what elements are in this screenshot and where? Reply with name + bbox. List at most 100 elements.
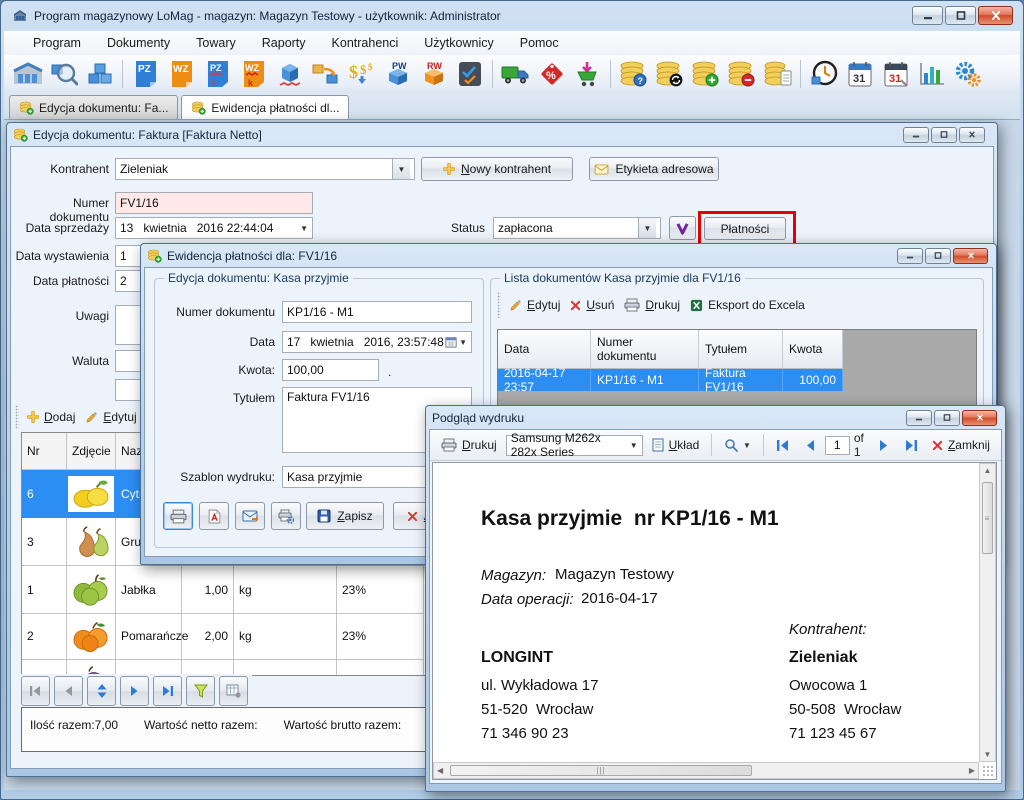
list-delete-button[interactable]: Usuń — [565, 296, 619, 314]
menu-item-pomoc[interactable]: Pomoc — [507, 33, 572, 53]
header-zdjecie[interactable]: Zdjęcie — [67, 433, 116, 470]
reports-chart-icon[interactable] — [916, 59, 947, 90]
payments-exchange-icon[interactable] — [654, 59, 685, 90]
layout-button[interactable]: Układ — [647, 436, 705, 454]
menu-item-dokumenty[interactable]: Dokumenty — [94, 33, 183, 53]
filter-button[interactable] — [186, 676, 215, 706]
horizontal-scroll-thumb[interactable]: ||| — [450, 765, 752, 776]
preview-maximize-button[interactable] — [934, 410, 960, 426]
printer-select[interactable]: Samsung M262x 282x Series ▼ — [506, 435, 643, 456]
page-last-button[interactable] — [899, 437, 923, 454]
chevron-down-icon[interactable]: ▼ — [630, 441, 638, 450]
payments-minimize-button[interactable] — [897, 248, 923, 264]
goods-shift-icon[interactable] — [310, 59, 341, 90]
menu-item-program[interactable]: Program — [20, 33, 94, 53]
address-label-button[interactable]: Etykieta adresowa — [589, 157, 719, 181]
zoom-button[interactable]: ▼ — [719, 436, 756, 454]
list-edit-button[interactable]: Edytuj — [504, 296, 565, 314]
search-goods-icon[interactable] — [48, 59, 79, 90]
payments-query-icon[interactable]: ? — [618, 59, 649, 90]
toolbar-grip[interactable] — [497, 292, 501, 318]
chevron-down-icon[interactable]: ▼ — [638, 218, 656, 238]
wz-document-icon[interactable]: WZ — [166, 59, 197, 90]
save-button[interactable]: Zapisz — [306, 502, 384, 530]
pz-document-icon[interactable]: PZ — [130, 59, 161, 90]
payment-row[interactable]: 2016-04-17 23:57 KP1/16 - M1 Faktura FV1… — [498, 369, 976, 391]
price-change-icon[interactable]: $$$ — [346, 59, 377, 90]
calendar-red-icon[interactable]: 31 — [880, 59, 911, 90]
nav-previous-button[interactable] — [54, 676, 83, 706]
pdf-export-button[interactable] — [199, 502, 229, 530]
nav-next-button[interactable] — [120, 676, 149, 706]
chevron-down-icon[interactable]: ▼ — [392, 159, 410, 179]
email-button[interactable] — [235, 502, 265, 530]
page-previous-button[interactable] — [799, 437, 821, 454]
numer-dokumentu-input[interactable]: FV1/16 — [115, 192, 313, 214]
settings-gears-icon[interactable] — [952, 59, 983, 90]
invoice-minimize-button[interactable] — [903, 127, 929, 143]
page-number-input[interactable]: 1 — [825, 436, 850, 455]
grid-settings-button[interactable] — [219, 676, 248, 706]
minimize-button[interactable] — [912, 6, 943, 25]
payment-kwota-input[interactable]: 100,00 — [282, 359, 379, 381]
pzk-document-icon[interactable]: PZk — [202, 59, 233, 90]
orders-cart-icon[interactable] — [572, 59, 603, 90]
page-first-button[interactable] — [771, 437, 795, 454]
goods-icon[interactable] — [84, 59, 115, 90]
payment-numer-input[interactable]: KP1/16 - M1 — [282, 301, 472, 323]
vertical-scroll-thumb[interactable]: ≡ — [982, 482, 993, 554]
tab-payments[interactable]: Ewidencja płatności dl... — [181, 95, 349, 119]
tab-invoice[interactable]: Edycja dokumentu: Fa... — [9, 95, 178, 119]
header-tytulem[interactable]: Tytułem — [699, 330, 783, 369]
preview-minimize-button[interactable] — [906, 410, 932, 426]
main-titlebar[interactable]: Program magazynowy LoMag - magazyn: Maga… — [4, 1, 1020, 31]
table-row[interactable]: 1 Jabłka 1,00 kg 23% — [22, 566, 426, 612]
preview-titlebar[interactable]: Podgląd wydruku — [429, 406, 1002, 429]
close-button[interactable] — [978, 6, 1013, 25]
preview-close-toolbar-button[interactable]: Zamknij — [927, 436, 995, 454]
status-combo[interactable]: zapłacona ▼ — [493, 217, 661, 239]
horizontal-scrollbar[interactable]: ◀ ||| ▶ — [433, 762, 979, 779]
data-sprzedazy-field[interactable]: 13 kwietnia 2016 22:44:04 ▼ — [115, 217, 313, 239]
menu-item-towary[interactable]: Towary — [183, 33, 249, 53]
scroll-right-icon[interactable]: ▶ — [969, 766, 975, 775]
mm-document-icon[interactable] — [274, 59, 305, 90]
invoice-maximize-button[interactable] — [931, 127, 957, 143]
preview-print-button[interactable]: Drukuj — [436, 436, 502, 454]
payments-remove-icon[interactable] — [726, 59, 757, 90]
resize-grip[interactable] — [982, 765, 994, 777]
header-data[interactable]: Data — [498, 330, 591, 369]
history-clock-icon[interactable] — [808, 59, 839, 90]
payments-maximize-button[interactable] — [925, 248, 951, 264]
header-kwota[interactable]: Kwota — [783, 330, 843, 369]
vertical-scrollbar[interactable]: ▲ ≡ ▼ — [979, 463, 996, 762]
header-nr[interactable]: Nr — [22, 433, 67, 470]
inventory-icon[interactable] — [454, 59, 485, 90]
calendar-blue-icon[interactable]: 31 — [844, 59, 875, 90]
v-button[interactable] — [669, 216, 696, 240]
payments-add-icon[interactable] — [690, 59, 721, 90]
rw-document-icon[interactable]: RW — [418, 59, 449, 90]
new-contractor-button[interactable]: Nowy kontrahent — [421, 157, 573, 181]
menu-item-raporty[interactable]: Raporty — [249, 33, 319, 53]
scroll-left-icon[interactable]: ◀ — [437, 766, 443, 775]
preview-close-button[interactable] — [962, 410, 997, 426]
table-row[interactable]: 2 Pomarańcze 2,00 kg 23% — [22, 612, 426, 658]
payments-titlebar[interactable]: Ewidencja płatności dla: FV1/16 — [144, 244, 993, 267]
wzk-document-icon[interactable]: WZk — [238, 59, 269, 90]
nav-first-button[interactable] — [21, 676, 50, 706]
payments-report-icon[interactable] — [762, 59, 793, 90]
nav-sort-button[interactable] — [87, 676, 116, 706]
menu-item-kontrahenci[interactable]: Kontrahenci — [319, 33, 412, 53]
chevron-down-icon[interactable]: ▼ — [459, 338, 467, 347]
calendar-icon[interactable] — [445, 336, 457, 348]
list-print-button[interactable]: Drukuj — [619, 296, 685, 314]
payments-close-button[interactable] — [953, 248, 988, 264]
maximize-button[interactable] — [945, 6, 976, 25]
header-numer[interactable]: Numer dokumentu — [591, 330, 699, 369]
pw-document-icon[interactable]: PW — [382, 59, 413, 90]
menu-item-uzytkownicy[interactable]: Użytkownicy — [411, 33, 506, 53]
nav-last-button[interactable] — [153, 676, 182, 706]
invoice-close-button[interactable] — [959, 127, 985, 143]
page-next-button[interactable] — [873, 437, 895, 454]
